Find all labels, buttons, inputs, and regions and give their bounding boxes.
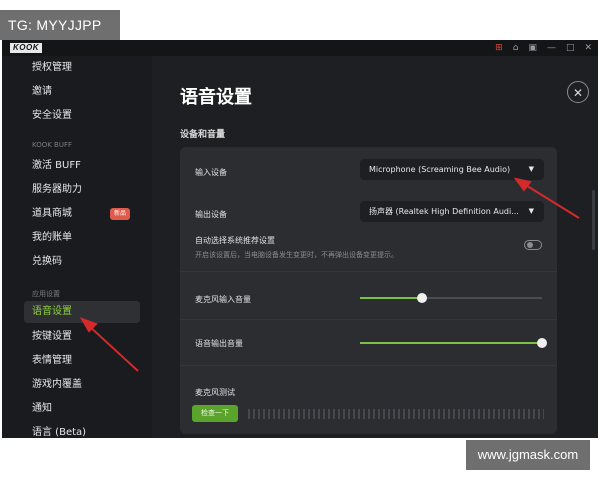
title-bar-icons: ⊞ ⌂ ▣ — □ ✕ bbox=[495, 41, 592, 55]
input-device-value: Microphone (Screaming Bee Audio) bbox=[369, 165, 511, 174]
sidebar-item-key-settings[interactable]: 按键设置 bbox=[24, 326, 140, 348]
input-device-label: 输入设备 bbox=[195, 168, 227, 177]
chevron-down-icon: ▼ bbox=[528, 207, 534, 215]
auto-select-label: 自动选择系统推荐设置 bbox=[195, 236, 275, 245]
settings-sidebar: 授权管理 邀请 安全设置 KOOK BUFF 激活 BUFF 服务器助力 道具商… bbox=[2, 56, 152, 438]
output-volume-handle[interactable] bbox=[537, 338, 547, 348]
chevron-down-icon: ▼ bbox=[528, 165, 534, 173]
inbox-icon[interactable]: ▣ bbox=[528, 41, 537, 55]
sidebar-group-kook-buff: KOOK BUFF bbox=[32, 141, 73, 149]
mic-volume-fill bbox=[360, 297, 422, 299]
device-volume-card: 输入设备 Microphone (Screaming Bee Audio) ▼ … bbox=[180, 147, 557, 434]
kook-app-window: KOOK ⊞ ⌂ ▣ — □ ✕ 授权管理 邀请 安全设置 KOOK BUFF … bbox=[2, 40, 598, 438]
sidebar-item-item-shop[interactable]: 道具商城 新品 bbox=[24, 203, 140, 225]
output-volume-slider[interactable] bbox=[360, 338, 547, 348]
sidebar-group-app-settings: 应用设置 bbox=[32, 290, 60, 298]
mic-volume-label: 麦克风输入音量 bbox=[195, 295, 251, 304]
sidebar-item-label: 道具商城 bbox=[32, 208, 72, 219]
input-device-select[interactable]: Microphone (Screaming Bee Audio) ▼ bbox=[360, 159, 544, 180]
sidebar-item-server-boost[interactable]: 服务器助力 bbox=[24, 179, 140, 201]
watermark-top: TG: MYYJJPP bbox=[0, 10, 120, 40]
kook-logo: KOOK bbox=[10, 43, 42, 53]
output-device-select[interactable]: 扬声器 (Realtek High Definition Audi... ▼ bbox=[360, 201, 544, 222]
sidebar-item-emoji-management[interactable]: 表情管理 bbox=[24, 350, 140, 372]
output-volume-fill bbox=[360, 342, 542, 344]
toggle-knob bbox=[527, 242, 533, 248]
voice-settings-panel: 语音设置 ✕ 设备和音量 输入设备 Microphone (Screaming … bbox=[152, 56, 598, 438]
watermark-bottom: www.jgmask.com bbox=[466, 440, 590, 470]
shop-icon[interactable]: ⌂ bbox=[513, 41, 519, 55]
divider bbox=[180, 271, 557, 272]
page-title: 语音设置 bbox=[180, 87, 252, 108]
mic-volume-handle[interactable] bbox=[416, 293, 427, 303]
section-title-devices: 设备和音量 bbox=[180, 130, 226, 140]
sidebar-item-my-bills[interactable]: 我的账单 bbox=[24, 227, 140, 249]
sidebar-item-authorization[interactable]: 授权管理 bbox=[24, 57, 140, 79]
mic-volume-slider[interactable] bbox=[360, 293, 542, 303]
close-settings-button[interactable]: ✕ bbox=[567, 81, 589, 103]
sidebar-item-voice-settings[interactable]: 语音设置 bbox=[24, 301, 140, 323]
minimize-icon[interactable]: — bbox=[547, 41, 556, 55]
sidebar-item-invite[interactable]: 邀请 bbox=[24, 81, 140, 103]
close-icon: ✕ bbox=[572, 86, 584, 100]
mic-test-label: 麦克风测试 bbox=[195, 388, 235, 397]
sidebar-item-security[interactable]: 安全设置 bbox=[24, 105, 140, 127]
gift-icon[interactable]: ⊞ bbox=[495, 41, 503, 55]
output-volume-label: 语音输出音量 bbox=[195, 339, 243, 348]
divider bbox=[180, 365, 557, 366]
mic-test-button[interactable]: 检查一下 bbox=[192, 405, 238, 422]
close-window-icon[interactable]: ✕ bbox=[584, 41, 592, 55]
output-device-value: 扬声器 (Realtek High Definition Audi... bbox=[369, 207, 519, 216]
sidebar-item-game-overlay[interactable]: 游戏内覆盖 bbox=[24, 374, 140, 396]
sidebar-item-notifications[interactable]: 通知 bbox=[24, 398, 140, 420]
divider bbox=[180, 319, 557, 320]
output-device-label: 输出设备 bbox=[195, 210, 227, 219]
auto-select-description: 开启该设置后，当电脑设备发生变更时，不再弹出设备变更提示。 bbox=[195, 251, 398, 259]
sidebar-item-activate-buff[interactable]: 激活 BUFF bbox=[24, 155, 140, 177]
title-bar: KOOK ⊞ ⌂ ▣ — □ ✕ bbox=[2, 40, 598, 56]
sidebar-item-language[interactable]: 语言 (Beta) bbox=[24, 422, 140, 438]
new-badge: 新品 bbox=[109, 208, 130, 220]
mic-level-meter bbox=[248, 409, 544, 419]
auto-select-toggle[interactable] bbox=[524, 240, 542, 250]
sidebar-item-redeem-code[interactable]: 兑换码 bbox=[24, 251, 140, 273]
maximize-icon[interactable]: □ bbox=[566, 41, 575, 55]
scrollbar[interactable] bbox=[592, 190, 595, 250]
